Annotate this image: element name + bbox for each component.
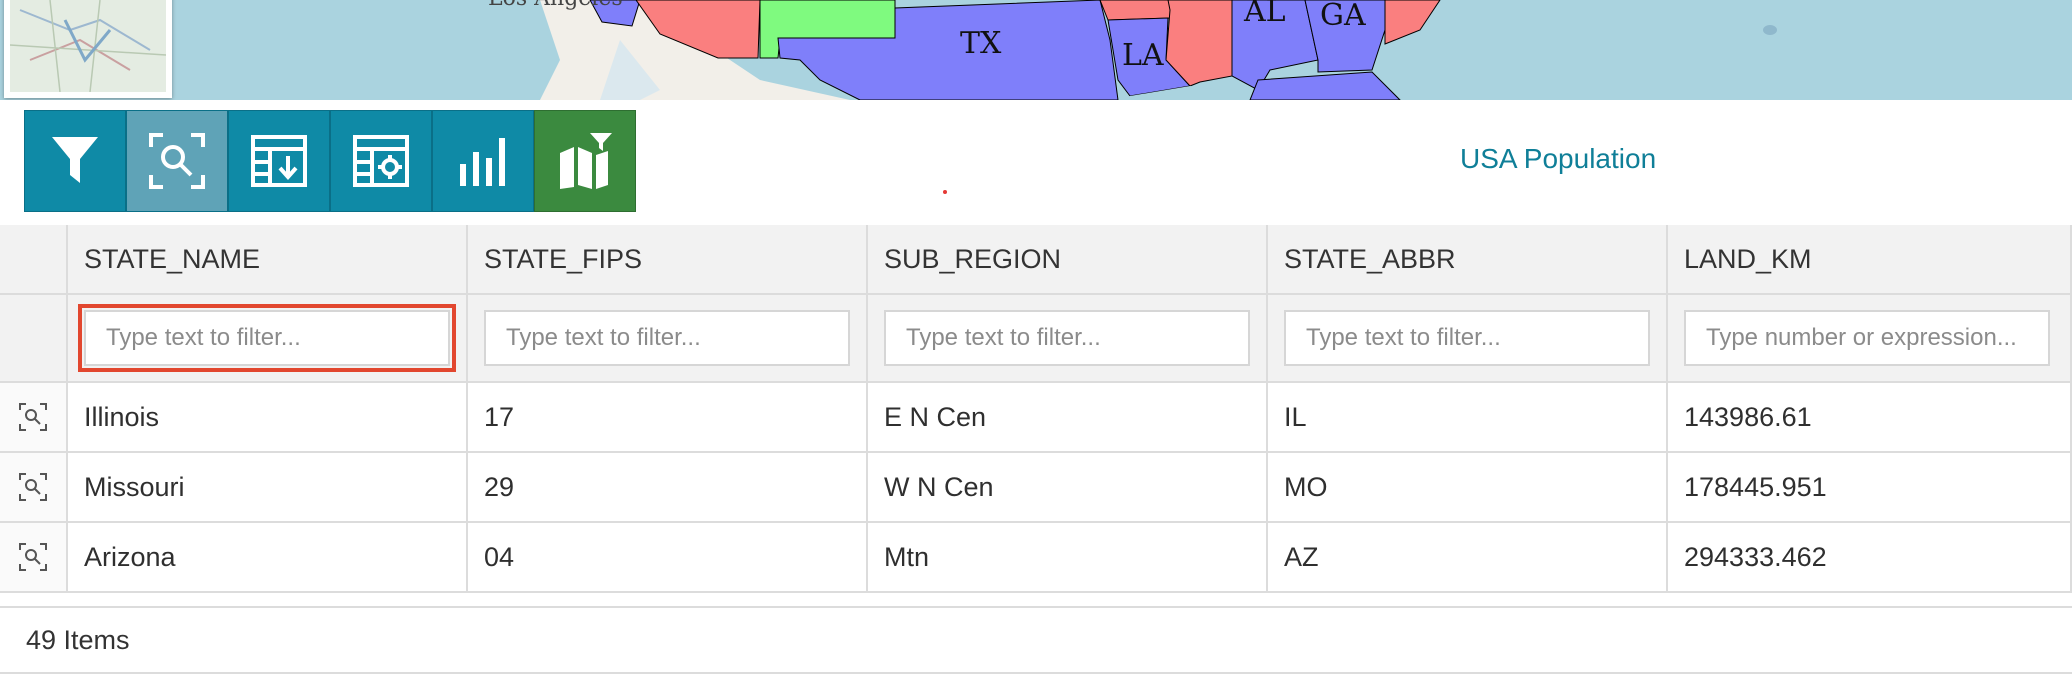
item-count: 49 Items xyxy=(26,624,130,655)
filter-cell-sub-region xyxy=(868,295,1268,383)
row-zoom-button[interactable] xyxy=(0,523,68,593)
zoom-to-icon xyxy=(19,473,47,501)
cell-state-fips: 17 xyxy=(468,383,868,453)
layer-title: USA Population xyxy=(1460,143,1657,174)
filter-row xyxy=(0,295,2072,383)
filter-cell-land-km xyxy=(1668,295,2072,383)
land-km-filter-input[interactable] xyxy=(1684,310,2050,366)
cell-sub-region: Mtn xyxy=(868,523,1268,593)
row-zoom-button[interactable] xyxy=(0,453,68,523)
map-label-la: LA xyxy=(1122,38,1164,73)
column-header-state-fips[interactable]: STATE_FIPS xyxy=(468,225,868,295)
map-filter-icon xyxy=(560,133,612,189)
bar-chart-icon xyxy=(460,138,505,186)
column-header-state-name[interactable]: STATE_NAME xyxy=(68,225,468,295)
cell-land-km: 178445.951 xyxy=(1668,453,2072,523)
filter-button[interactable] xyxy=(24,110,126,212)
map-filter-button[interactable] xyxy=(534,110,636,212)
table-footer: 49 Items xyxy=(0,606,2072,674)
table-row[interactable]: Missouri 29 W N Cen MO 178445.951 xyxy=(0,453,2072,523)
column-header-sub-region[interactable]: SUB_REGION xyxy=(868,225,1268,295)
state-name-filter-input[interactable] xyxy=(84,310,450,366)
zoom-to-icon xyxy=(19,543,47,571)
cell-sub-region: E N Cen xyxy=(868,383,1268,453)
map-label-tx: TX xyxy=(960,26,1002,61)
zoom-to-icon xyxy=(149,133,205,189)
cell-state-name: Missouri xyxy=(68,453,468,523)
focus-highlight xyxy=(78,304,456,372)
cell-land-km: 294333.462 xyxy=(1668,523,2072,593)
header-corner xyxy=(0,225,68,295)
cell-state-abbr: MO xyxy=(1268,453,1668,523)
chart-button[interactable] xyxy=(432,110,534,212)
cell-state-name: Arizona xyxy=(68,523,468,593)
map-label-al: AL xyxy=(1244,0,1286,29)
state-abbr-filter-input[interactable] xyxy=(1284,310,1650,366)
map-label-ga: GA xyxy=(1320,0,1366,33)
cell-land-km: 143986.61 xyxy=(1668,383,2072,453)
table-row[interactable]: Illinois 17 E N Cen IL 143986.61 xyxy=(0,383,2072,453)
zoom-to-button[interactable] xyxy=(126,110,228,212)
table-export-icon xyxy=(251,135,307,187)
filter-cell-state-name xyxy=(68,295,468,383)
table-row[interactable]: Arizona 04 Mtn AZ 294333.462 xyxy=(0,523,2072,593)
sub-region-filter-input[interactable] xyxy=(884,310,1250,366)
table-header-row: STATE_NAME STATE_FIPS SUB_REGION STATE_A… xyxy=(0,225,2072,295)
column-header-land-km[interactable]: LAND_KM xyxy=(1668,225,2072,295)
table-settings-icon xyxy=(353,135,409,187)
table-settings-button[interactable] xyxy=(330,110,432,212)
state-fips-filter-input[interactable] xyxy=(484,310,850,366)
column-header-state-abbr[interactable]: STATE_ABBR xyxy=(1268,225,1668,295)
filter-corner xyxy=(0,295,68,383)
attribute-table-toolbar xyxy=(24,110,636,214)
map-features xyxy=(540,0,1777,100)
row-zoom-button[interactable] xyxy=(0,383,68,453)
map-view[interactable]: Los Angeles TX LA AL GA xyxy=(0,0,2072,100)
cell-state-abbr: IL xyxy=(1268,383,1668,453)
filter-cell-state-abbr xyxy=(1268,295,1668,383)
cell-state-name: Illinois xyxy=(68,383,468,453)
overview-map-image xyxy=(10,0,166,92)
attribute-table: STATE_NAME STATE_FIPS SUB_REGION STATE_A… xyxy=(0,225,2072,593)
cell-state-fips: 04 xyxy=(468,523,868,593)
cell-sub-region: W N Cen xyxy=(868,453,1268,523)
cell-state-abbr: AZ xyxy=(1268,523,1668,593)
filter-cell-state-fips xyxy=(468,295,868,383)
overview-map[interactable] xyxy=(4,0,172,98)
map-label-los-angeles: Los Angeles xyxy=(488,0,623,11)
cell-state-fips: 29 xyxy=(468,453,868,523)
export-table-button[interactable] xyxy=(228,110,330,212)
zoom-to-icon xyxy=(19,403,47,431)
filter-icon xyxy=(52,137,98,183)
map-marker-dot xyxy=(943,190,947,194)
